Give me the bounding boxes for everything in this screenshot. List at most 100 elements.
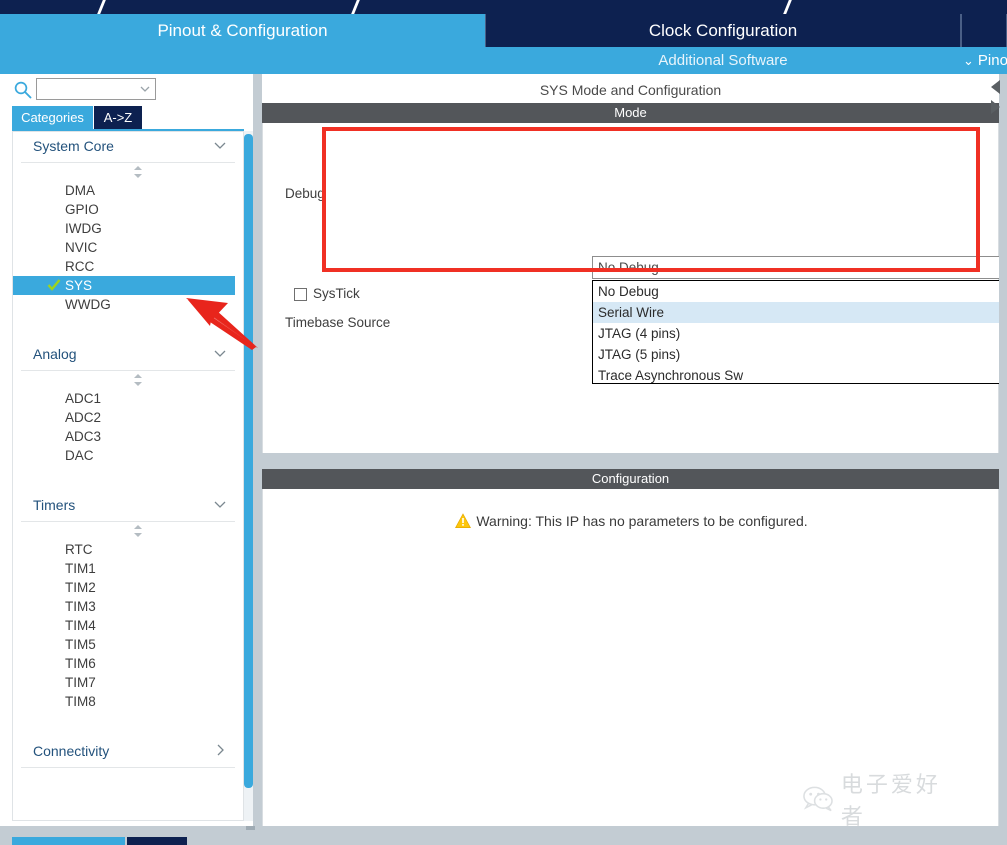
status-bar-notch [246,826,255,830]
tree-group-resize-handle[interactable] [13,522,243,540]
tree-group-connectivity[interactable]: Connectivity [21,737,235,768]
configuration-section-header: Configuration [262,469,999,489]
tree-item-adc3[interactable]: ADC3 [13,427,243,446]
dropdown-option-jtag-5-pins-label: JTAG (5 pins) [598,347,681,362]
main-tab-bar: Pinout & Configuration Clock Configurati… [0,14,1007,47]
chevron-right-icon[interactable] [213,743,227,757]
component-tree: System Core DMA GPIO IWDG NVIC RCC SYS W… [12,131,244,821]
decoration-slash [94,0,109,14]
tab-project-manager[interactable] [961,14,1007,47]
tab-a-to-z[interactable]: A->Z [94,106,142,129]
debug-dropdown-list[interactable]: No Debug Serial Wire JTAG (4 pins) JTAG … [592,280,1007,384]
chevron-down-icon[interactable] [213,497,227,511]
tab-a-to-z-label: A->Z [103,110,133,125]
tree-item-gpio[interactable]: GPIO [13,200,243,219]
tree-item-rtc[interactable]: RTC [13,540,243,559]
tree-item-tim2[interactable]: TIM2 [13,578,243,597]
tree-item-tim4[interactable]: TIM4 [13,616,243,635]
tab-additional-software-label: Additional Software [658,52,788,69]
tree-item-rcc[interactable]: RCC [13,257,243,276]
dropdown-option-jtag-5-pins[interactable]: JTAG (5 pins) [593,344,1007,365]
tree-item-iwdg[interactable]: IWDG [13,219,243,238]
tab-pinout-configuration-label: Pinout & Configuration [157,21,328,40]
tree-item-tim5[interactable]: TIM5 [13,635,243,654]
pinout-view-dropdown[interactable]: ⌄Pinout view [963,47,1007,74]
tree-item-tim3-label: TIM3 [65,599,96,614]
updown-spinner-icon[interactable] [131,525,145,537]
tree-item-tim8[interactable]: TIM8 [13,692,243,711]
tree-item-dac[interactable]: DAC [13,446,243,465]
dropdown-option-no-debug-label: No Debug [598,284,659,299]
tree-group-analog-label: Analog [33,346,77,362]
dropdown-option-jtag-4-pins[interactable]: JTAG (4 pins) [593,323,1007,344]
tree-group-system-core[interactable]: System Core [21,132,235,163]
tree-group-system-core-label: System Core [33,138,114,154]
tree-group-analog[interactable]: Analog [21,340,235,371]
status-bar [0,826,1007,845]
dropdown-option-jtag-4-pins-label: JTAG (4 pins) [598,326,681,341]
tree-item-sys[interactable]: SYS [13,276,235,295]
dropdown-option-trace-asynchronous-sw-label: Trace Asynchronous Sw [598,368,744,383]
dropdown-option-trace-asynchronous-sw[interactable]: Trace Asynchronous Sw [593,365,1007,383]
configuration-warning-text: Warning: This IP has no parameters to be… [476,513,808,529]
warning-triangle-icon [455,513,472,528]
component-tree-scrollbar-thumb[interactable] [244,134,253,788]
tree-item-wwdg[interactable]: WWDG [13,295,243,314]
dropdown-option-no-debug[interactable]: No Debug [593,281,1007,302]
panel-splitter[interactable] [253,74,262,826]
updown-spinner-icon[interactable] [131,166,145,178]
tree-item-adc2[interactable]: ADC2 [13,408,243,427]
dropdown-option-serial-wire[interactable]: Serial Wire [593,302,1007,323]
tree-group-gap [13,465,243,491]
tab-categories[interactable]: Categories [12,106,93,129]
tree-item-adc2-label: ADC2 [65,410,102,425]
tree-item-tim6-label: TIM6 [65,656,96,671]
updown-spinner-icon[interactable] [131,374,145,386]
tree-group-gap [13,314,243,340]
component-tree-panel: Categories A->Z System Core DMA GPIO IWD… [0,74,256,826]
systick-checkbox[interactable] [294,288,307,301]
chevron-down-icon[interactable] [139,83,151,95]
tab-additional-software[interactable]: Additional Software [485,47,961,74]
tree-item-iwdg-label: IWDG [65,221,102,236]
tree-item-rcc-label: RCC [65,259,95,274]
tree-item-tim3[interactable]: TIM3 [13,597,243,616]
tree-item-adc1[interactable]: ADC1 [13,389,243,408]
tree-group-resize-handle[interactable] [13,163,243,181]
status-bar-segment-primary [12,837,125,845]
search-icon[interactable] [14,81,32,99]
tree-item-tim2-label: TIM2 [65,580,96,595]
debug-combobox[interactable]: No Debug [592,256,1007,279]
tree-item-tim6[interactable]: TIM6 [13,654,243,673]
panel-collapse-arrows[interactable] [988,78,1002,120]
tab-clock-configuration[interactable]: Clock Configuration [485,14,961,47]
right-window-edge [999,74,1007,826]
section-gap-strip [262,453,999,469]
tree-group-gap [13,711,243,737]
tree-item-rtc-label: RTC [65,542,93,557]
tree-item-tim1[interactable]: TIM1 [13,559,243,578]
search-combobox[interactable] [36,78,156,100]
tree-item-nvic[interactable]: NVIC [13,238,243,257]
debug-combobox-value: No Debug [598,260,659,275]
status-bar-segment-secondary [127,837,187,845]
tree-group-timers[interactable]: Timers [21,491,235,522]
tree-item-dac-label: DAC [65,448,94,463]
chevron-down-icon[interactable] [213,138,227,152]
tree-item-adc1-label: ADC1 [65,391,102,406]
tree-item-tim7[interactable]: TIM7 [13,673,243,692]
tree-item-tim8-label: TIM8 [65,694,96,709]
tree-item-adc3-label: ADC3 [65,429,102,444]
dropdown-option-serial-wire-label: Serial Wire [598,305,665,320]
search-input[interactable] [39,80,139,98]
wechat-icon [803,786,833,812]
tree-item-dma-label: DMA [65,183,95,198]
sys-configuration-panel: SYS Mode and Configuration Mode Debug Sy… [262,74,1007,826]
tree-group-resize-handle[interactable] [13,371,243,389]
tree-item-dma[interactable]: DMA [13,181,243,200]
tab-pinout-configuration[interactable]: Pinout & Configuration [0,14,485,47]
chevron-down-icon[interactable] [213,346,227,360]
configuration-warning: Warning: This IP has no parameters to be… [263,513,1000,529]
window-top-decoration [0,0,1007,14]
tree-item-tim1-label: TIM1 [65,561,96,576]
